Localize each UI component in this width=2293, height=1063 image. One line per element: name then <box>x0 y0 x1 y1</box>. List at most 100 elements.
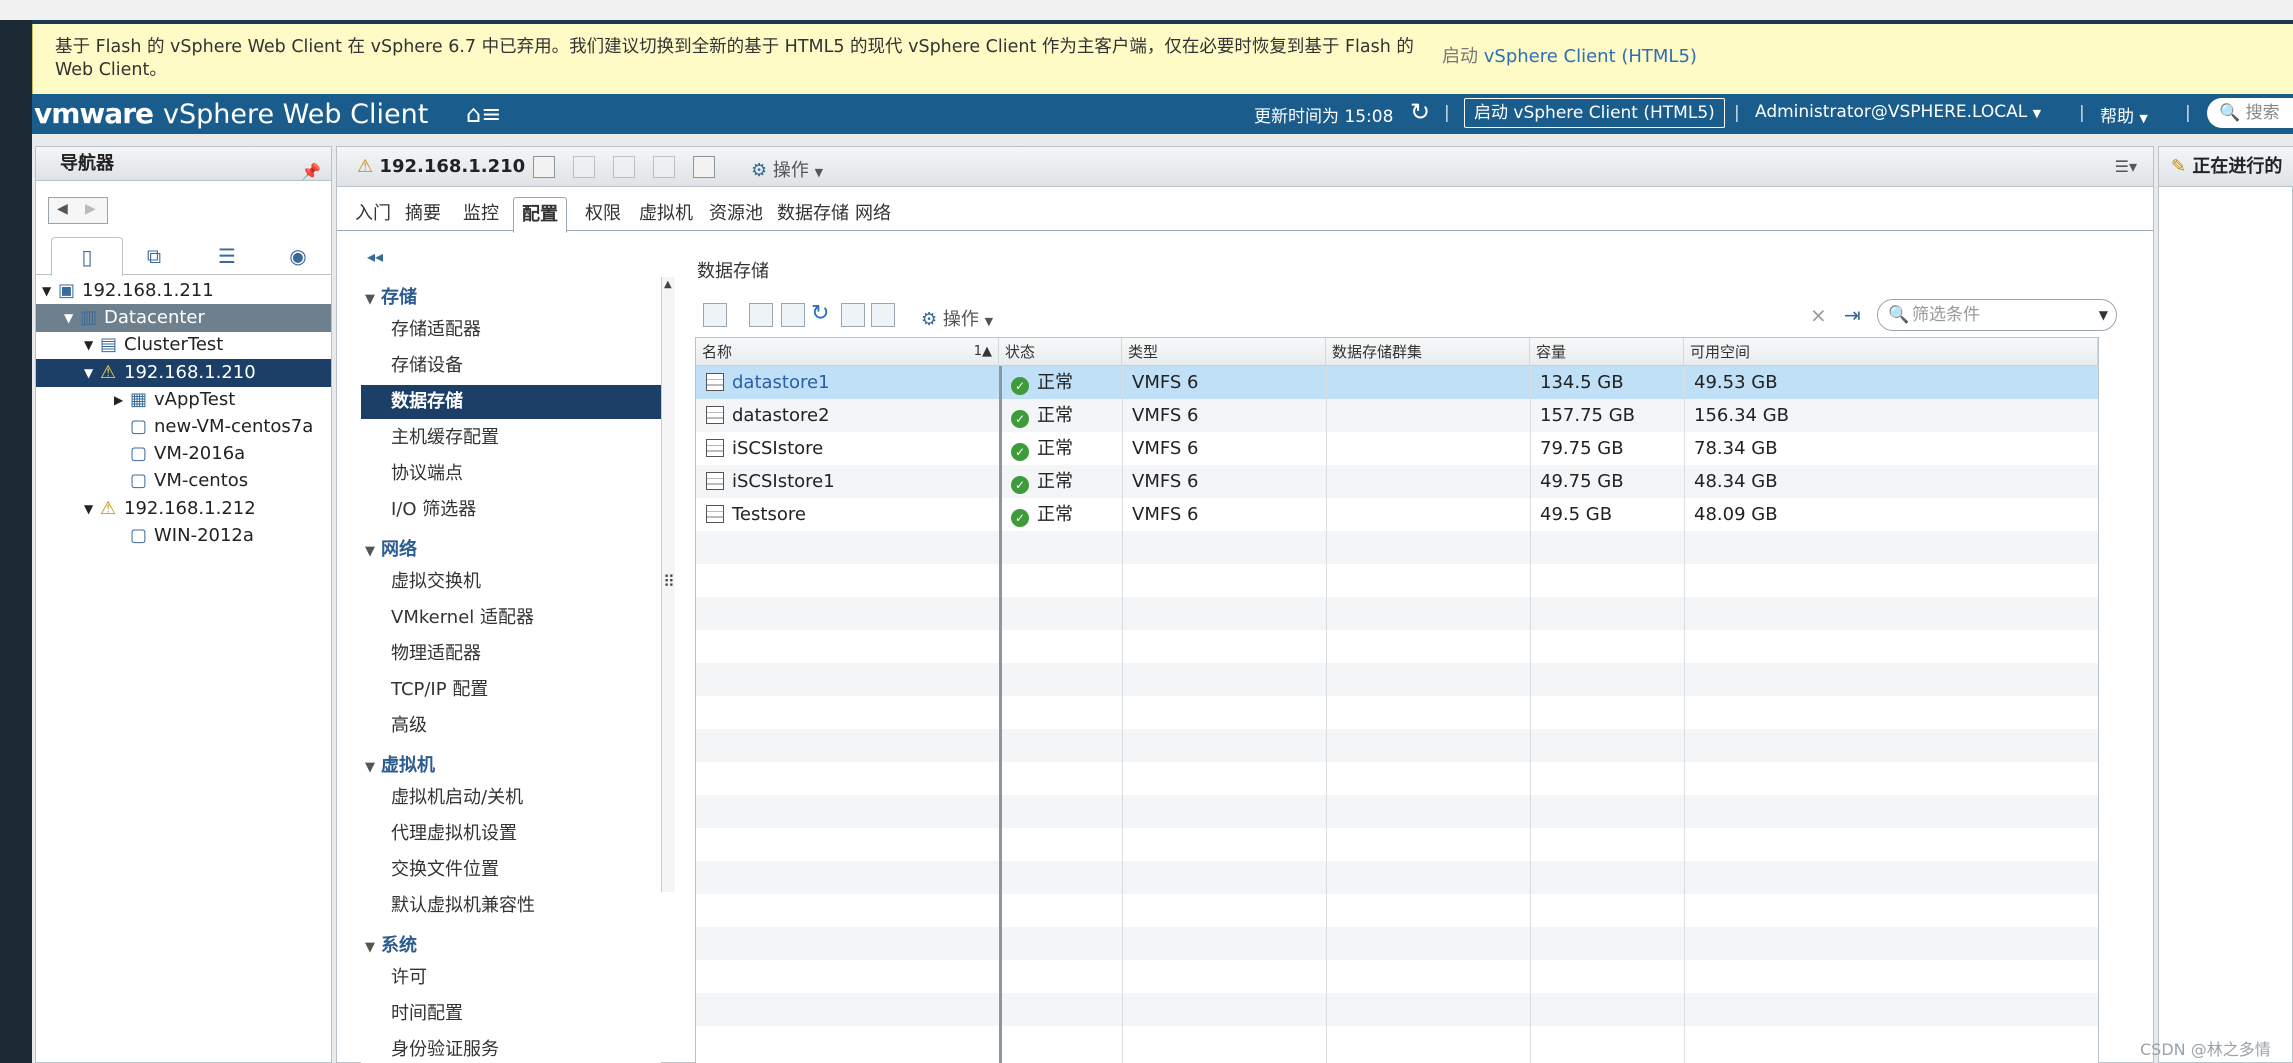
collapse-icon[interactable]: ◂◂ <box>367 247 383 266</box>
back-icon[interactable]: ◀ <box>57 201 68 217</box>
tab-3[interactable]: 配置 <box>513 197 567 233</box>
search-input[interactable]: 🔍 搜索 <box>2207 98 2293 128</box>
datastore-name-cell[interactable]: iSCSIstore <box>696 432 823 465</box>
tree-item[interactable]: ▢ WIN-2012a <box>36 522 331 550</box>
tree-item[interactable]: ▶ ▦ vAppTest <box>36 386 331 414</box>
splitter-handle[interactable]: ⠿ <box>663 572 675 591</box>
tree-item[interactable]: ▢ new-VM-centos7a <box>36 413 331 441</box>
menu-item[interactable]: 虚拟交换机 <box>361 565 661 599</box>
column-header[interactable]: 类型 <box>1122 338 1326 366</box>
datastore-name-cell[interactable]: iSCSIstore1 <box>696 465 835 498</box>
filter-input[interactable]: 🔍 筛选条件 ▼ <box>1877 299 2117 331</box>
launch-html5-button[interactable]: 启动 vSphere Client (HTML5) <box>1464 98 1725 128</box>
new-datastore-icon[interactable] <box>703 303 727 327</box>
menu-item[interactable]: 协议端点 <box>361 457 661 491</box>
pin-icon[interactable]: 📌 <box>301 155 321 189</box>
network-tab-icon[interactable]: ◉ <box>262 237 334 275</box>
column-header[interactable]: 名称 1▲ <box>696 338 999 366</box>
table-row[interactable]: iSCSIstore ✓ 正常 VMFS 6 79.75 GB 78.34 GB <box>696 432 2098 465</box>
panel-menu-icon[interactable]: ☰▾ <box>2115 157 2137 176</box>
tab-1[interactable]: 摘要 <box>397 197 449 231</box>
tab-4[interactable]: 权限 <box>577 197 629 231</box>
table-row[interactable]: datastore2 ✓ 正常 VMFS 6 157.75 GB 156.34 GB <box>696 399 2098 432</box>
table-row[interactable]: iSCSIstore1 ✓ 正常 VMFS 6 49.75 GB 48.34 GB <box>696 465 2098 498</box>
column-header[interactable]: 状态 <box>999 338 1122 366</box>
browse-files-icon[interactable] <box>781 303 805 327</box>
menu-group-1[interactable]: ▼ 网络 <box>361 535 417 561</box>
tree-item[interactable]: ▢ VM-2016a <box>36 440 331 468</box>
tab-6[interactable]: 资源池 <box>701 197 771 231</box>
expand-down-icon[interactable]: ▼ <box>64 304 73 332</box>
datastore-settings-icon[interactable] <box>871 303 895 327</box>
expand-down-icon[interactable]: ▼ <box>84 495 93 523</box>
host-action-icon[interactable] <box>613 156 635 178</box>
table-row[interactable]: datastore1 ✓ 正常 VMFS 6 134.5 GB 49.53 GB <box>696 366 2098 399</box>
host-action-icon[interactable] <box>533 156 555 178</box>
expand-down-icon[interactable]: ▼ <box>42 277 51 305</box>
menu-item[interactable]: 虚拟机启动/关机 <box>361 781 661 815</box>
clear-filter-icon[interactable]: ⨯ <box>1810 303 1827 327</box>
datastore-name-cell[interactable]: datastore1 <box>696 366 830 399</box>
menu-item[interactable]: 交换文件位置 <box>361 853 661 887</box>
tree-item[interactable]: ▼ ⚠ 192.168.1.210 <box>36 358 331 387</box>
tree-item[interactable]: ▼ ⚠ 192.168.1.212 <box>36 495 331 523</box>
menu-item[interactable]: 代理虚拟机设置 <box>361 817 661 851</box>
menu-item[interactable]: 物理适配器 <box>361 637 661 671</box>
menu-item[interactable]: 默认虚拟机兼容性 <box>361 889 661 923</box>
home-menu-icon[interactable]: ⌂≡ <box>466 100 501 128</box>
tab-8[interactable]: 网络 <box>847 197 899 231</box>
hosts-clusters-tab-icon[interactable]: ▯ <box>51 237 123 276</box>
menu-item[interactable]: 身份验证服务 <box>361 1033 661 1063</box>
vm-icon: ▢ <box>130 470 148 492</box>
host-action-icon[interactable] <box>573 156 595 178</box>
scroll-up-icon[interactable]: ▲ <box>664 279 672 290</box>
expand-down-icon[interactable]: ▼ <box>84 331 93 359</box>
menu-item[interactable]: 存储适配器 <box>361 313 661 347</box>
tree-item[interactable]: ▼ ▤ ClusterTest <box>36 331 331 359</box>
tree-item[interactable]: ▢ VM-centos <box>36 467 331 495</box>
menu-item[interactable]: 许可 <box>361 961 661 995</box>
column-header[interactable]: 数据存储群集 <box>1326 338 1530 366</box>
help-menu[interactable]: 帮助 ▼ <box>2100 102 2148 127</box>
menu-item[interactable]: 高级 <box>361 709 661 743</box>
launch-html5-link[interactable]: 启动 vSphere Client (HTML5) <box>1442 42 1697 68</box>
menu-item[interactable]: 时间配置 <box>361 997 661 1031</box>
column-header[interactable]: 可用空间 <box>1684 338 2098 366</box>
register-vm-icon[interactable] <box>749 303 773 327</box>
column-header[interactable]: 容量 <box>1530 338 1684 366</box>
tree-item[interactable]: ▼ ▥ Datacenter <box>36 304 331 333</box>
refresh-icon[interactable]: ↻ <box>811 303 835 327</box>
tab-7[interactable]: 数据存储 <box>769 197 857 231</box>
increase-capacity-icon[interactable] <box>841 303 865 327</box>
forward-icon[interactable]: ▶ <box>85 201 96 217</box>
expand-down-icon[interactable]: ▼ <box>84 359 93 387</box>
menu-item[interactable]: TCP/IP 配置 <box>361 673 661 707</box>
expand-right-icon[interactable]: ▶ <box>114 386 123 414</box>
menu-group-2[interactable]: ▼ 虚拟机 <box>361 751 435 777</box>
datastore-name[interactable]: datastore1 <box>732 372 830 393</box>
export-icon[interactable]: ⇥ <box>1844 303 1861 327</box>
menu-group-0[interactable]: ▼ 存储 <box>361 283 417 309</box>
host-actions-menu[interactable]: ⚙ 操作 ▼ <box>751 156 823 182</box>
vms-templates-tab-icon[interactable]: ⧉ <box>118 237 190 275</box>
menu-item[interactable]: I/O 筛选器 <box>361 493 661 527</box>
host-action-icon[interactable] <box>653 156 675 178</box>
tab-2[interactable]: 监控 <box>455 197 507 231</box>
menu-group-3[interactable]: ▼ 系统 <box>361 931 417 957</box>
host-action-icon[interactable] <box>693 156 715 178</box>
menu-item[interactable]: VMkernel 适配器 <box>361 601 661 635</box>
menu-item[interactable]: 主机缓存配置 <box>361 421 661 455</box>
refresh-icon[interactable]: ↻ <box>1410 98 1430 126</box>
menu-item[interactable]: 存储设备 <box>361 349 661 383</box>
datastore-name-cell[interactable]: Testsore <box>696 498 806 531</box>
cluster-icon: ▤ <box>100 334 118 356</box>
table-row[interactable]: Testsore ✓ 正常 VMFS 6 49.5 GB 48.09 GB <box>696 498 2098 531</box>
tab-0[interactable]: 入门 <box>347 197 399 231</box>
menu-item[interactable]: 数据存储 <box>361 385 661 419</box>
tab-5[interactable]: 虚拟机 <box>631 197 701 231</box>
tree-item[interactable]: ▼ ▣ 192.168.1.211 <box>36 277 331 305</box>
storage-tab-icon[interactable]: ☰ <box>191 237 263 275</box>
datastore-name-cell[interactable]: datastore2 <box>696 399 830 432</box>
datastore-actions-menu[interactable]: ⚙ 操作 ▼ <box>921 305 993 331</box>
user-menu[interactable]: Administrator@VSPHERE.LOCAL ▼ <box>1755 102 2041 122</box>
